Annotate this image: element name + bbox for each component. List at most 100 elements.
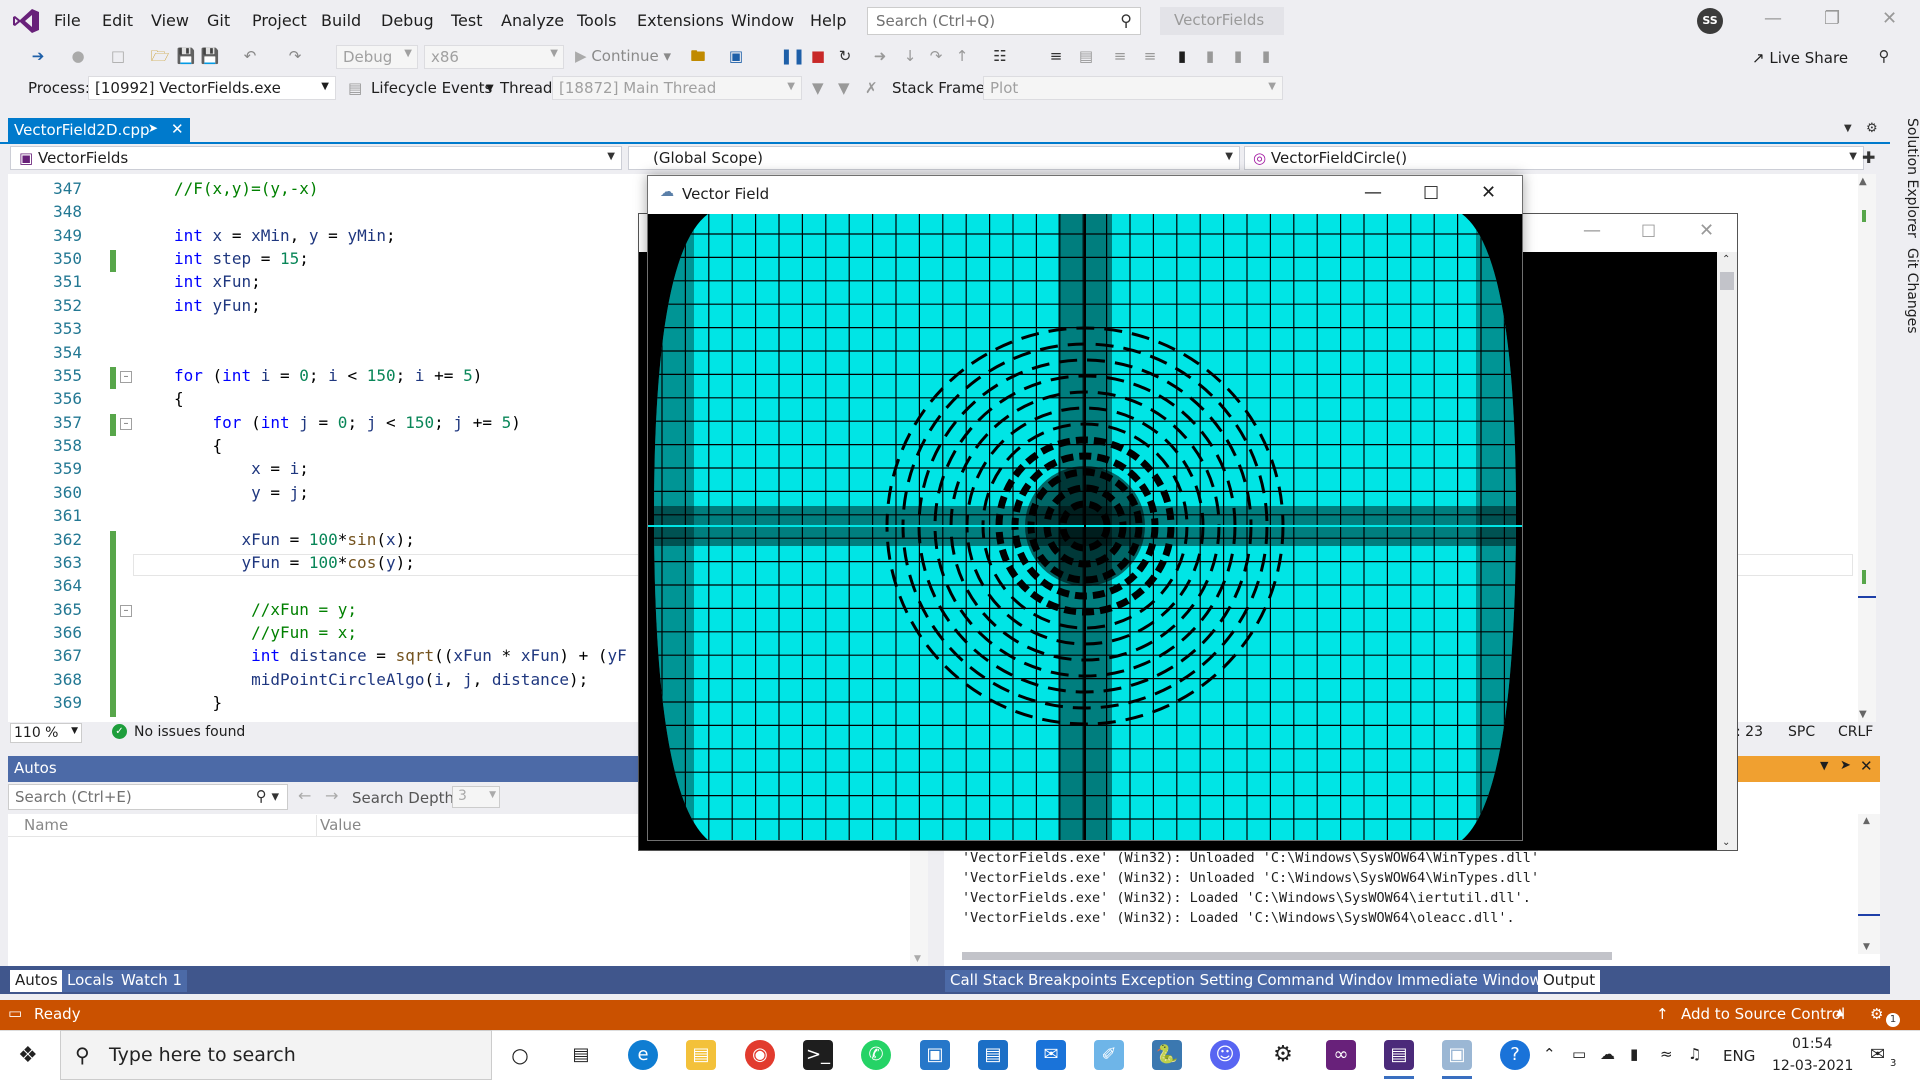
mail-icon[interactable]: ✉ — [1036, 1040, 1066, 1070]
chrome-icon[interactable]: ◉ — [745, 1040, 775, 1070]
onedrive-icon[interactable]: ☁ — [1600, 1045, 1615, 1063]
column-divider[interactable] — [316, 815, 317, 837]
user-avatar[interactable]: SS — [1697, 8, 1723, 34]
menu-help[interactable]: Help — [810, 11, 846, 30]
wifi-icon[interactable]: ≈ — [1660, 1045, 1673, 1063]
volume-icon[interactable]: ♫ — [1688, 1045, 1701, 1063]
tab-overflow-icon[interactable]: ▼ — [1844, 123, 1852, 134]
screenshot-icon[interactable]: ▣ — [726, 46, 746, 66]
comment-icon[interactable]: ≡ — [1110, 46, 1130, 66]
chevron-down-icon[interactable]: ▼ — [486, 83, 494, 94]
microsoft-store-icon[interactable]: ▤ — [978, 1040, 1008, 1070]
task-view-icon[interactable]: ▤ — [566, 1040, 596, 1070]
hex-display-icon[interactable]: ☷ — [990, 46, 1010, 66]
scroll-thumb[interactable] — [1720, 272, 1734, 290]
language-indicator[interactable]: ENG — [1723, 1047, 1755, 1065]
clock-date[interactable]: 12-03-2021 — [1772, 1058, 1853, 1074]
split-editor-icon[interactable]: ✚ — [1862, 148, 1875, 167]
pin-icon[interactable]: ➤ — [148, 121, 158, 135]
battery-icon[interactable]: ▮ — [1630, 1045, 1638, 1063]
pin-icon[interactable]: ➤ — [1840, 758, 1851, 773]
step-out-icon[interactable]: ↑ — [952, 46, 972, 66]
terminal-icon[interactable]: >_ — [803, 1040, 833, 1070]
menu-edit[interactable]: Edit — [102, 11, 133, 30]
close-tab-icon[interactable]: ✕ — [171, 120, 184, 138]
platform-dropdown[interactable]: x86 ▼ — [424, 45, 564, 69]
tab-immediate-window[interactable]: Immediate Window — [1392, 970, 1547, 992]
help-icon[interactable]: ? — [1500, 1040, 1530, 1070]
tab-command-window[interactable]: Command Window — [1252, 970, 1404, 992]
collapse-icon[interactable]: – — [120, 418, 132, 430]
tab-vectorfield2d-cpp[interactable]: VectorField2D.cpp ➤ ✕ — [8, 118, 190, 144]
gear-icon[interactable]: ⚙ — [1866, 121, 1878, 136]
editor-vertical-scrollbar[interactable]: ▲ ▼ — [1858, 174, 1876, 722]
process-dropdown[interactable]: [10992] VectorFields.exe ▼ — [88, 76, 336, 100]
scope-navigation-dropdown[interactable]: (Global Scope) ▼ — [628, 146, 1240, 170]
menu-view[interactable]: View — [151, 11, 189, 30]
line-ending-mode[interactable]: CRLF — [1838, 724, 1873, 740]
back-icon[interactable]: ➔ — [28, 46, 48, 66]
cortana-icon[interactable]: ○ — [505, 1040, 535, 1070]
menu-test[interactable]: Test — [451, 11, 483, 30]
search-forward-icon[interactable]: → — [325, 786, 338, 805]
scroll-up-icon[interactable]: ▲ — [1863, 816, 1870, 826]
show-only-flagged-icon[interactable]: ✗ — [865, 79, 878, 97]
tab-autos[interactable]: Autos — [10, 970, 63, 992]
maximize-icon[interactable]: □ — [1423, 182, 1439, 202]
new-item-icon[interactable]: □ — [108, 46, 128, 66]
menu-debug[interactable]: Debug — [381, 11, 434, 30]
clear-bookmarks-icon[interactable]: ▮ — [1256, 46, 1276, 66]
search-depth-dropdown[interactable]: 3 ▼ — [452, 786, 500, 808]
output-horizontal-scrollbar[interactable] — [962, 952, 1612, 960]
pane-options-icon[interactable]: ▼ — [1820, 759, 1828, 772]
collapse-icon[interactable]: – — [120, 371, 132, 383]
whitespace-mode[interactable]: SPC — [1788, 724, 1815, 740]
menu-extensions[interactable]: Extensions — [637, 11, 724, 30]
settings-icon[interactable]: ⚙ — [1268, 1040, 1298, 1070]
console-scrollbar[interactable]: ⌃ ⌄ — [1717, 252, 1737, 850]
tab-locals[interactable]: Locals — [62, 970, 119, 992]
scroll-down-icon[interactable]: ▼ — [914, 954, 921, 964]
tab-output[interactable]: Output — [1538, 970, 1601, 992]
stop-icon[interactable]: ■ — [808, 46, 828, 66]
live-share-button[interactable]: ↗ Live Share — [1752, 49, 1848, 67]
windows-start-icon[interactable]: ❖ — [18, 1043, 38, 1068]
notifications-icon[interactable]: ⚙ — [1870, 1005, 1883, 1023]
project-navigation-dropdown[interactable]: ▣ VectorFields ▼ — [10, 146, 622, 170]
global-search-input[interactable]: Search (Ctrl+Q) ⚲ — [867, 7, 1141, 35]
scroll-up-icon[interactable]: ▲ — [1859, 176, 1867, 187]
thread-dropdown[interactable]: [18872] Main Thread ▼ — [552, 76, 802, 100]
maximize-icon[interactable]: □ — [1641, 220, 1656, 239]
edge-browser-icon[interactable]: e — [628, 1040, 658, 1070]
tab-call-stack[interactable]: Call Stack — [945, 970, 1030, 992]
close-icon[interactable]: ✕ — [1699, 220, 1714, 241]
column-name-header[interactable]: Name — [24, 816, 68, 834]
visual-studio-icon[interactable]: ∞ — [1326, 1040, 1356, 1070]
scroll-down-icon[interactable]: ▼ — [1863, 942, 1870, 952]
stack-frame-dropdown[interactable]: Plot ▼ — [983, 76, 1283, 100]
continue-button[interactable]: ▶ Continue ▾ — [575, 47, 671, 65]
scroll-up-icon[interactable]: ⌃ — [1722, 254, 1730, 265]
minimize-icon[interactable]: — — [1364, 182, 1382, 203]
undo-icon[interactable]: ↶ — [240, 46, 260, 66]
action-center-icon[interactable]: ✉ — [1870, 1044, 1885, 1065]
zoom-dropdown[interactable]: 110 % ▼ — [10, 723, 82, 743]
tab-watch-1[interactable]: Watch 1 — [116, 970, 188, 992]
output-vertical-scrollbar[interactable]: ▲ ▼ — [1858, 814, 1880, 954]
folder-icon[interactable]: 🖿 — [688, 46, 708, 66]
flag-threads-icon[interactable]: ▼ — [838, 79, 850, 97]
remote-desktop-icon[interactable]: ▣ — [920, 1040, 950, 1070]
clock-time[interactable]: 01:54 — [1792, 1036, 1832, 1052]
vector-field-app-icon[interactable]: ▣ — [1442, 1040, 1472, 1070]
next-bookmark-icon[interactable]: ▮ — [1228, 46, 1248, 66]
bookmark-icon[interactable]: ▮ — [1172, 46, 1192, 66]
tray-expand-icon[interactable]: ⌃ — [1543, 1045, 1556, 1063]
menu-build[interactable]: Build — [321, 11, 361, 30]
save-all-icon[interactable]: 💾 — [200, 46, 220, 66]
collapse-icon[interactable]: – — [120, 605, 132, 617]
menu-file[interactable]: File — [54, 11, 81, 30]
uncomment-icon[interactable]: ≡ — [1140, 46, 1160, 66]
menu-window[interactable]: Window — [731, 11, 794, 30]
scroll-down-icon[interactable]: ▼ — [1859, 709, 1867, 720]
prev-bookmark-icon[interactable]: ▮ — [1200, 46, 1220, 66]
